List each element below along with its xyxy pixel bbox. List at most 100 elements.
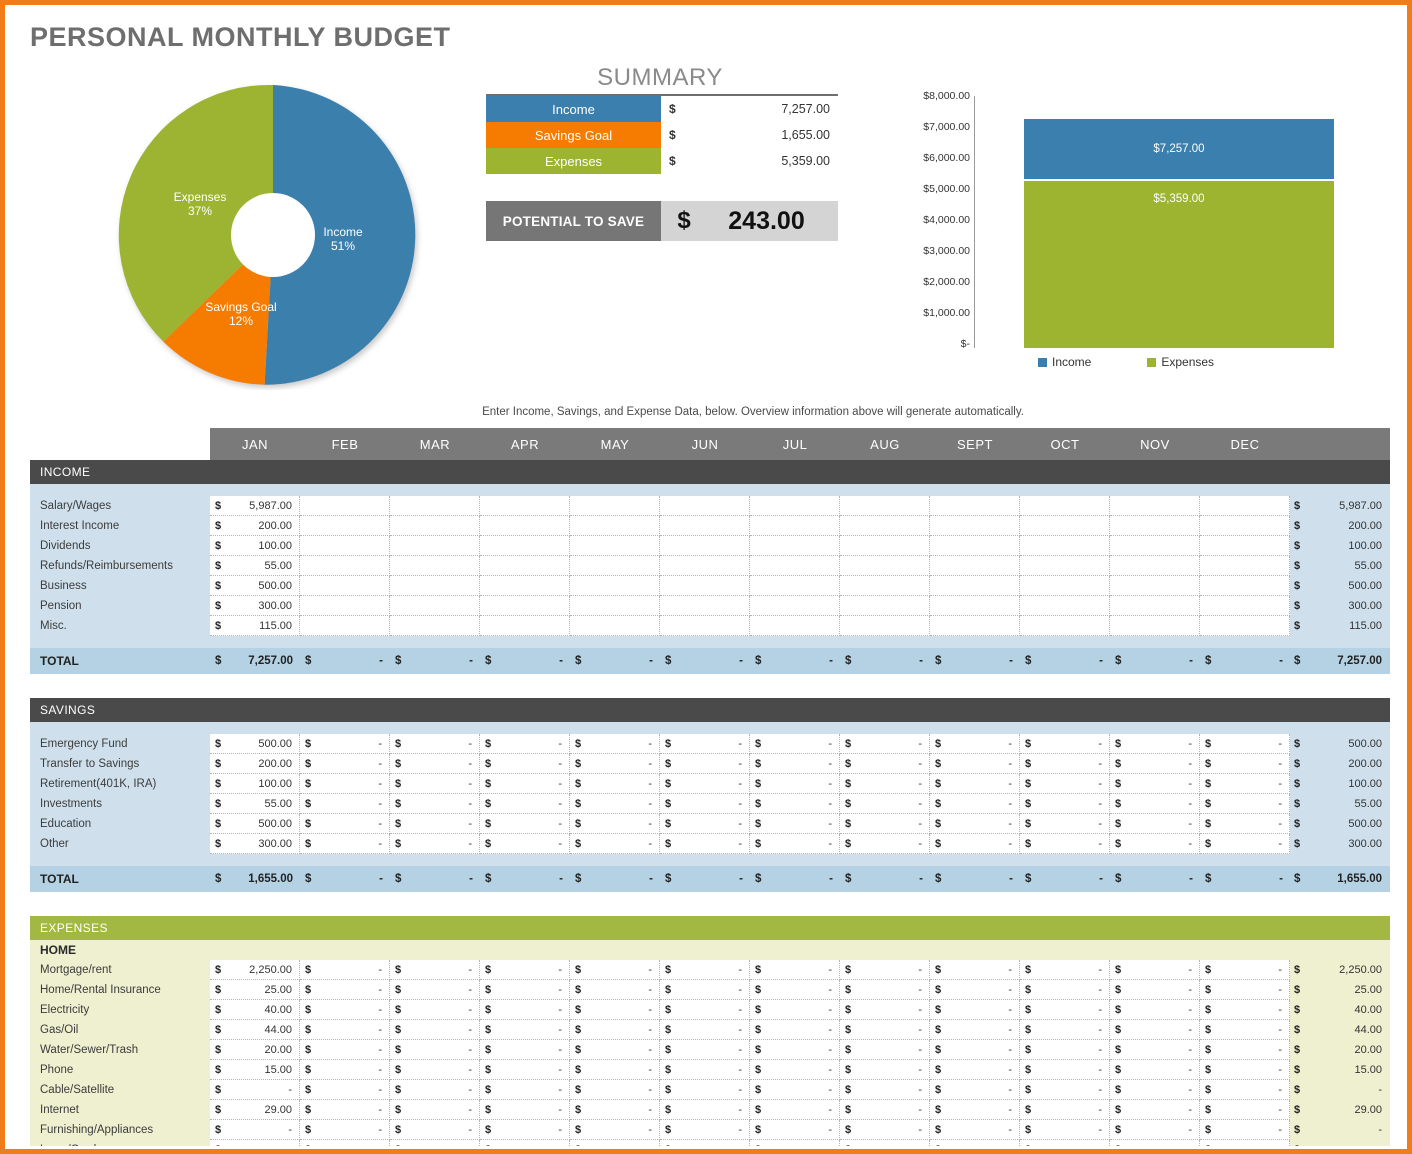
month-cell[interactable] [390, 536, 480, 556]
month-cell[interactable]: $- [570, 1080, 660, 1100]
month-cell[interactable] [300, 516, 390, 536]
month-cell[interactable]: $- [840, 1040, 930, 1060]
month-cell[interactable]: $- [1020, 648, 1110, 674]
month-cell[interactable]: $- [660, 1000, 750, 1020]
month-cell[interactable]: $- [840, 794, 930, 814]
month-cell[interactable]: $- [1020, 1060, 1110, 1080]
month-cell[interactable] [1020, 576, 1110, 596]
month-cell[interactable]: $- [840, 1100, 930, 1120]
month-cell[interactable]: $- [210, 1080, 300, 1100]
month-cell[interactable]: $- [480, 1040, 570, 1060]
month-cell[interactable]: $- [480, 794, 570, 814]
month-cell[interactable]: $- [840, 1060, 930, 1080]
month-cell[interactable]: $- [660, 1080, 750, 1100]
month-cell[interactable]: $- [1020, 1140, 1110, 1146]
month-cell[interactable]: $- [1200, 1100, 1290, 1120]
month-cell[interactable]: $- [390, 866, 480, 892]
month-cell[interactable]: $- [480, 1080, 570, 1100]
month-cell[interactable]: $- [480, 1140, 570, 1146]
month-cell[interactable]: $- [930, 774, 1020, 794]
month-cell[interactable]: $20.00 [210, 1040, 300, 1060]
month-cell[interactable]: $- [1020, 1100, 1110, 1120]
month-cell[interactable]: $- [750, 774, 840, 794]
month-cell[interactable]: $7,257.00 [210, 648, 300, 674]
month-cell[interactable]: $- [570, 1020, 660, 1040]
month-cell[interactable]: $55.00 [210, 556, 300, 576]
month-cell[interactable]: $- [840, 1000, 930, 1020]
month-cell[interactable]: $- [300, 980, 390, 1000]
month-cell[interactable]: $- [480, 774, 570, 794]
month-cell[interactable]: $- [1110, 734, 1200, 754]
month-cell[interactable]: $- [390, 1140, 480, 1146]
month-cell[interactable] [1110, 496, 1200, 516]
month-cell[interactable]: $500.00 [210, 734, 300, 754]
month-cell[interactable]: $- [480, 866, 570, 892]
month-cell[interactable] [480, 556, 570, 576]
month-cell[interactable] [1110, 616, 1200, 636]
month-cell[interactable]: $- [1020, 980, 1110, 1000]
month-cell[interactable]: $- [1200, 774, 1290, 794]
month-cell[interactable]: $- [1110, 1120, 1200, 1140]
month-cell[interactable]: $- [1110, 1080, 1200, 1100]
month-cell[interactable]: $- [570, 960, 660, 980]
month-cell[interactable]: $- [480, 834, 570, 854]
month-cell[interactable] [570, 516, 660, 536]
month-cell[interactable]: $- [930, 648, 1020, 674]
month-cell[interactable] [480, 616, 570, 636]
month-cell[interactable]: $- [930, 866, 1020, 892]
month-cell[interactable]: $- [300, 774, 390, 794]
month-cell[interactable]: $500.00 [210, 814, 300, 834]
month-cell[interactable]: $- [1200, 834, 1290, 854]
month-cell[interactable]: $- [1200, 648, 1290, 674]
month-cell[interactable]: $- [300, 1080, 390, 1100]
month-cell[interactable] [1110, 556, 1200, 576]
month-cell[interactable]: $- [1110, 1000, 1200, 1020]
month-cell[interactable]: $- [840, 734, 930, 754]
month-cell[interactable]: $- [930, 734, 1020, 754]
month-cell[interactable]: $- [750, 980, 840, 1000]
month-cell[interactable]: $- [930, 754, 1020, 774]
month-cell[interactable]: $- [1200, 1060, 1290, 1080]
month-cell[interactable]: $- [660, 648, 750, 674]
month-cell[interactable]: $- [930, 1040, 1020, 1060]
month-cell[interactable] [1020, 516, 1110, 536]
month-cell[interactable]: $- [300, 1040, 390, 1060]
month-cell[interactable] [1020, 556, 1110, 576]
month-cell[interactable]: $- [300, 1000, 390, 1020]
month-cell[interactable]: $- [1200, 1120, 1290, 1140]
month-cell[interactable]: $- [300, 1140, 390, 1146]
month-cell[interactable]: $- [750, 1120, 840, 1140]
month-cell[interactable] [930, 536, 1020, 556]
month-cell[interactable]: $- [840, 834, 930, 854]
month-cell[interactable]: $- [570, 1040, 660, 1060]
month-cell[interactable]: $- [570, 1060, 660, 1080]
month-cell[interactable] [570, 556, 660, 576]
month-cell[interactable]: $- [840, 1120, 930, 1140]
month-cell[interactable] [840, 496, 930, 516]
month-cell[interactable] [1020, 596, 1110, 616]
month-cell[interactable]: $- [750, 1100, 840, 1120]
month-cell[interactable]: $- [390, 794, 480, 814]
month-cell[interactable]: $- [750, 734, 840, 754]
month-cell[interactable]: $- [1110, 866, 1200, 892]
month-cell[interactable]: $- [1110, 960, 1200, 980]
month-cell[interactable]: $- [660, 1100, 750, 1120]
month-cell[interactable] [1110, 596, 1200, 616]
month-cell[interactable]: $29.00 [210, 1100, 300, 1120]
month-cell[interactable] [300, 596, 390, 616]
month-cell[interactable]: $- [1020, 1000, 1110, 1020]
month-cell[interactable]: $- [570, 774, 660, 794]
month-cell[interactable] [930, 516, 1020, 536]
month-cell[interactable] [480, 596, 570, 616]
month-cell[interactable]: $- [1110, 814, 1200, 834]
month-cell[interactable]: $- [480, 1100, 570, 1120]
month-cell[interactable]: $- [1020, 774, 1110, 794]
month-cell[interactable] [840, 596, 930, 616]
month-cell[interactable]: $- [390, 980, 480, 1000]
month-cell[interactable]: $- [840, 1080, 930, 1100]
month-cell[interactable] [1110, 576, 1200, 596]
month-cell[interactable]: $- [1200, 754, 1290, 774]
month-cell[interactable]: $- [1200, 866, 1290, 892]
month-cell[interactable]: $- [930, 794, 1020, 814]
month-cell[interactable]: $- [390, 648, 480, 674]
